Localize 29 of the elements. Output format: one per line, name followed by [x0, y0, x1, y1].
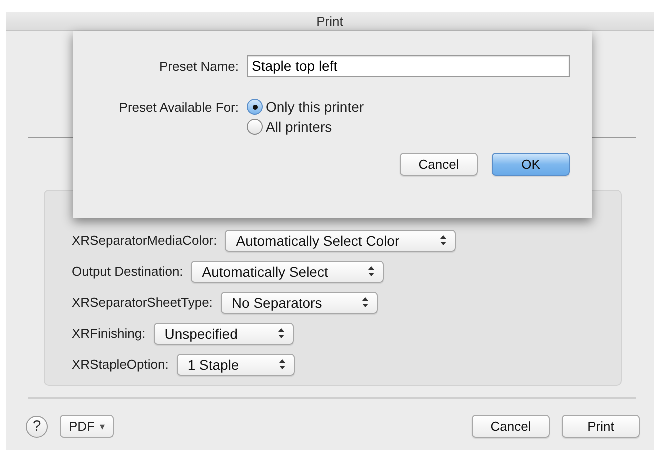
radio-button[interactable]: [247, 119, 263, 135]
popup-menu[interactable]: Automatically Select: [191, 260, 384, 282]
ok-button[interactable]: OK: [492, 153, 570, 176]
option-label: XRSeparatorSheetType:: [72, 295, 213, 310]
radio-button[interactable]: [247, 99, 263, 115]
cancel-button[interactable]: Cancel: [472, 415, 550, 438]
popup-menu[interactable]: 1 Staple: [176, 354, 296, 376]
updown-arrows-icon: [278, 328, 285, 339]
popup-menu[interactable]: No Separators: [220, 292, 378, 314]
updown-arrows-icon: [279, 359, 286, 370]
pdf-menu-button[interactable]: PDF ▾: [60, 415, 114, 438]
print-button[interactable]: Print: [562, 415, 640, 438]
cancel-button[interactable]: Cancel: [400, 153, 478, 176]
option-label: XRStapleOption:: [72, 357, 169, 372]
field-label: Preset Name:: [158, 58, 240, 74]
field-label: Preset Available For:: [118, 99, 240, 115]
preset-name-field[interactable]: Staple top left: [247, 55, 570, 77]
radio-label[interactable]: Only this printer: [266, 99, 364, 115]
updown-arrows-icon: [368, 266, 376, 277]
help-button[interactable]: ?: [26, 416, 48, 438]
option-label: XRSeparatorMediaColor:: [72, 233, 218, 248]
popup-menu[interactable]: Unspecified: [154, 322, 294, 344]
popup-menu[interactable]: Automatically Select Color: [225, 230, 456, 252]
window-title: Print: [316, 14, 344, 28]
updown-arrows-icon: [440, 235, 447, 246]
updown-arrows-icon: [362, 297, 370, 308]
radio-label[interactable]: All printers: [266, 119, 332, 135]
option-label: Output Destination:: [72, 264, 184, 279]
option-label: XRFinishing:: [72, 326, 146, 341]
